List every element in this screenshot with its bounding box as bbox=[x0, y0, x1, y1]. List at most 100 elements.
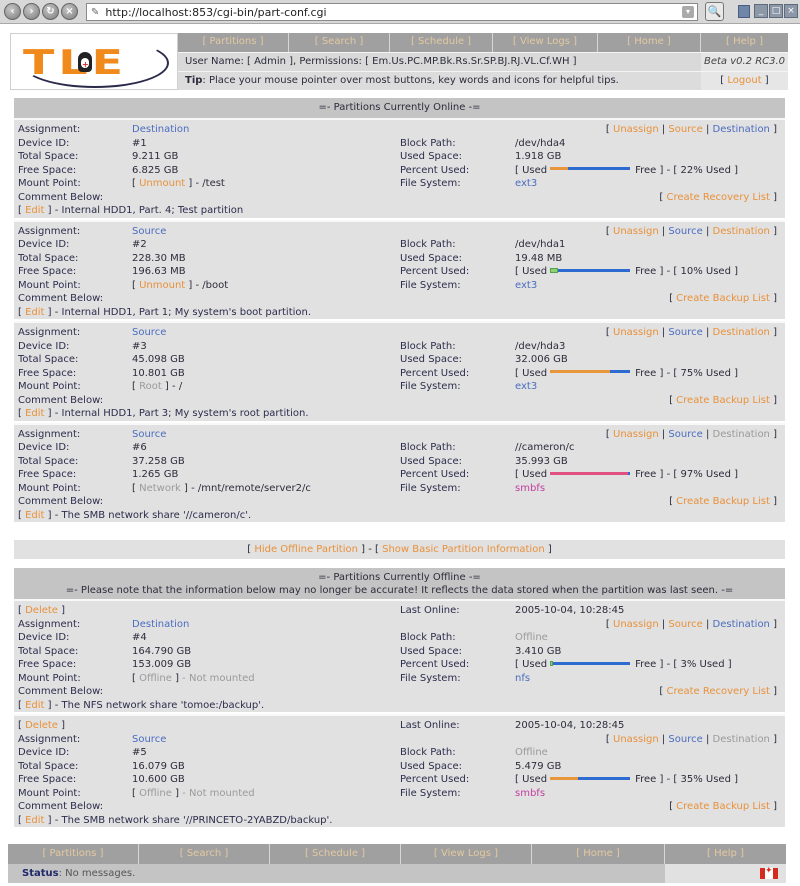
logout-link[interactable]: Logout bbox=[727, 75, 761, 86]
destination-link[interactable]: Destination bbox=[713, 327, 770, 338]
last-online-value: 2005-10-04, 10:28:45 bbox=[515, 720, 625, 731]
source-link[interactable]: Source bbox=[668, 429, 702, 440]
source-link[interactable]: Source bbox=[668, 619, 702, 630]
unassign-link[interactable]: Unassign bbox=[613, 124, 659, 135]
file-system-value[interactable]: ext3 bbox=[515, 177, 537, 191]
destination-link[interactable]: Destination bbox=[713, 619, 770, 630]
nav-search[interactable]: [ Search ] bbox=[289, 33, 390, 52]
stop-icon[interactable]: × bbox=[61, 3, 78, 20]
file-system-value[interactable]: ext3 bbox=[515, 279, 537, 293]
mount-action-link[interactable]: Network bbox=[139, 483, 181, 494]
edit-comment-link[interactable]: Edit bbox=[25, 205, 44, 216]
edit-comment-link[interactable]: Edit bbox=[25, 307, 44, 318]
nav-view-logs[interactable]: [ View Logs ] bbox=[493, 33, 598, 52]
mount-path: / bbox=[178, 381, 183, 392]
usage-bar bbox=[550, 267, 631, 273]
comment-label: Comment Below: bbox=[18, 293, 104, 304]
delete-action: [ Delete ] bbox=[18, 720, 66, 731]
nav-schedule[interactable]: [ Schedule ] bbox=[390, 33, 493, 52]
percent-used-label: Percent Used: bbox=[400, 469, 470, 480]
edit-comment-link[interactable]: Edit bbox=[25, 815, 44, 826]
url-dropdown-icon[interactable]: ▾ bbox=[682, 6, 694, 18]
create-list-link[interactable]: Create Backup List bbox=[676, 496, 770, 507]
percent-used-label: Percent Used: bbox=[400, 164, 470, 176]
destination-link[interactable]: Destination bbox=[713, 734, 770, 745]
back-icon[interactable]: ‹ bbox=[4, 3, 21, 20]
nav-partitions[interactable]: [ Partitions ] bbox=[178, 33, 289, 52]
assignment-value[interactable]: Destination bbox=[132, 123, 189, 137]
mount-point-label: Mount Point: bbox=[18, 381, 81, 392]
assignment-value[interactable]: Source bbox=[132, 225, 166, 239]
edit-comment-link[interactable]: Edit bbox=[25, 408, 44, 419]
assignment-actions: [ Unassign | Source | Destination ] bbox=[605, 733, 777, 745]
unassign-link[interactable]: Unassign bbox=[613, 429, 659, 440]
canada-flag-icon[interactable] bbox=[760, 866, 778, 879]
source-link[interactable]: Source bbox=[668, 327, 702, 338]
assignment-value[interactable]: Source bbox=[132, 326, 166, 340]
list-action: [ Create Recovery List ] bbox=[659, 191, 777, 203]
source-link[interactable]: Source bbox=[668, 124, 702, 135]
usage-bar bbox=[550, 471, 631, 475]
create-list-link[interactable]: Create Backup List bbox=[676, 801, 770, 812]
reload-icon[interactable]: ↻ bbox=[42, 3, 59, 20]
hide-offline-link[interactable]: Hide Offline Partition bbox=[254, 544, 358, 555]
mount-point-value: [ Offline ] - Not mounted bbox=[132, 672, 255, 684]
maximize-icon[interactable]: □ bbox=[769, 4, 783, 18]
nav-help[interactable]: [ Help ] bbox=[701, 33, 788, 52]
destination-link[interactable]: Destination bbox=[713, 226, 770, 237]
total-space-value: 164.790 GB bbox=[132, 645, 192, 657]
file-system-value[interactable]: smbfs bbox=[515, 787, 545, 801]
close-icon[interactable]: × bbox=[784, 4, 798, 18]
unassign-link[interactable]: Unassign bbox=[613, 619, 659, 630]
block-path-value: //cameron/c bbox=[515, 442, 575, 453]
file-system-label: File System: bbox=[400, 178, 461, 189]
minimize-icon[interactable]: _ bbox=[754, 4, 768, 18]
partition-card: Assignment: Source [ Unassign | Source |… bbox=[14, 321, 785, 421]
mount-action-link[interactable]: Offline bbox=[139, 673, 172, 684]
user-info: User Name: [ Admin ], Permissions: [ Em.… bbox=[178, 52, 701, 71]
nav-home[interactable]: [ Home ] bbox=[598, 33, 701, 52]
search-icon[interactable]: 🔍 bbox=[705, 2, 724, 21]
footer-nav-help[interactable]: [ Help ] bbox=[665, 844, 786, 864]
delete-link[interactable]: Delete bbox=[25, 605, 58, 616]
forward-icon[interactable]: › bbox=[23, 3, 40, 20]
url-bar[interactable]: ✎ http://localhost:853/cgi-bin/part-conf… bbox=[86, 3, 698, 21]
show-basic-info-link[interactable]: Show Basic Partition Information bbox=[382, 544, 545, 555]
mount-action-link[interactable]: Offline bbox=[139, 788, 172, 799]
footer-nav-schedule[interactable]: [ Schedule ] bbox=[270, 844, 401, 864]
create-list-link[interactable]: Create Backup List bbox=[676, 293, 770, 304]
url-text[interactable]: http://localhost:853/cgi-bin/part-conf.c… bbox=[105, 6, 326, 19]
source-link[interactable]: Source bbox=[668, 226, 702, 237]
destination-link[interactable]: Destination bbox=[713, 429, 770, 440]
extension-icon[interactable] bbox=[738, 5, 750, 18]
assignment-value[interactable]: Source bbox=[132, 733, 166, 747]
delete-link[interactable]: Delete bbox=[25, 720, 58, 731]
file-system-value[interactable]: smbfs bbox=[515, 482, 545, 496]
unassign-link[interactable]: Unassign bbox=[613, 734, 659, 745]
offline-partitions-section: =- Partitions Currently Offline -= =- Pl… bbox=[14, 568, 785, 829]
mount-action-link[interactable]: Unmount bbox=[139, 178, 185, 189]
file-system-value[interactable]: nfs bbox=[515, 672, 530, 686]
footer-nav-home[interactable]: [ Home ] bbox=[532, 844, 665, 864]
mount-point-label: Mount Point: bbox=[18, 178, 81, 189]
create-list-link[interactable]: Create Backup List bbox=[676, 395, 770, 406]
create-list-link[interactable]: Create Recovery List bbox=[666, 192, 769, 203]
logout-cell: [ Logout ] bbox=[701, 71, 788, 90]
unassign-link[interactable]: Unassign bbox=[613, 226, 659, 237]
unassign-link[interactable]: Unassign bbox=[613, 327, 659, 338]
destination-link[interactable]: Destination bbox=[713, 124, 770, 135]
assignment-value[interactable]: Destination bbox=[132, 618, 189, 632]
comment-label: Comment Below: bbox=[18, 686, 104, 697]
footer-nav-partitions[interactable]: [ Partitions ] bbox=[8, 844, 139, 864]
footer-nav-view-logs[interactable]: [ View Logs ] bbox=[401, 844, 532, 864]
file-system-value[interactable]: ext3 bbox=[515, 380, 537, 394]
footer-nav-search[interactable]: [ Search ] bbox=[139, 844, 270, 864]
create-list-link[interactable]: Create Recovery List bbox=[666, 686, 769, 697]
mount-action-link[interactable]: Unmount bbox=[139, 280, 185, 291]
mount-action-link[interactable]: Root bbox=[139, 381, 162, 392]
assignment-value[interactable]: Source bbox=[132, 428, 166, 442]
free-space-value: 196.63 MB bbox=[132, 266, 186, 277]
edit-comment-link[interactable]: Edit bbox=[25, 700, 44, 711]
source-link[interactable]: Source bbox=[668, 734, 702, 745]
edit-comment-link[interactable]: Edit bbox=[25, 510, 44, 521]
